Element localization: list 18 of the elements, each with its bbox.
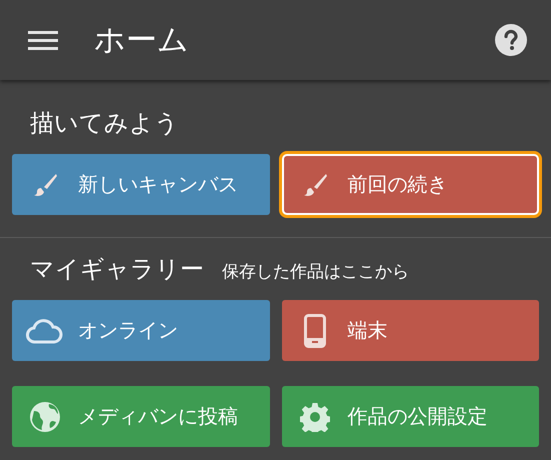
cloud-icon: [26, 318, 64, 344]
section-subtitle: 保存した作品はここから: [222, 261, 409, 283]
menu-icon[interactable]: [28, 29, 58, 51]
page-title: ホーム: [94, 20, 189, 59]
action-button[interactable]: 前回の続き: [282, 154, 539, 215]
brush-icon: [302, 172, 328, 198]
section-title: 描いてみよう: [30, 109, 179, 139]
section-title: マイギャラリー: [30, 255, 204, 285]
action-button[interactable]: 新しいキャンバス: [12, 154, 270, 215]
action-button[interactable]: 端末: [282, 300, 539, 361]
brush-icon: [32, 172, 58, 198]
action-button[interactable]: 作品の公開設定: [282, 386, 539, 447]
action-button[interactable]: メディバンに投稿: [12, 386, 270, 447]
action-button[interactable]: オンライン: [12, 300, 270, 361]
gear-icon: [300, 402, 330, 432]
help-icon[interactable]: [495, 24, 527, 56]
phone-icon: [304, 314, 326, 348]
globe-icon: [29, 400, 61, 432]
